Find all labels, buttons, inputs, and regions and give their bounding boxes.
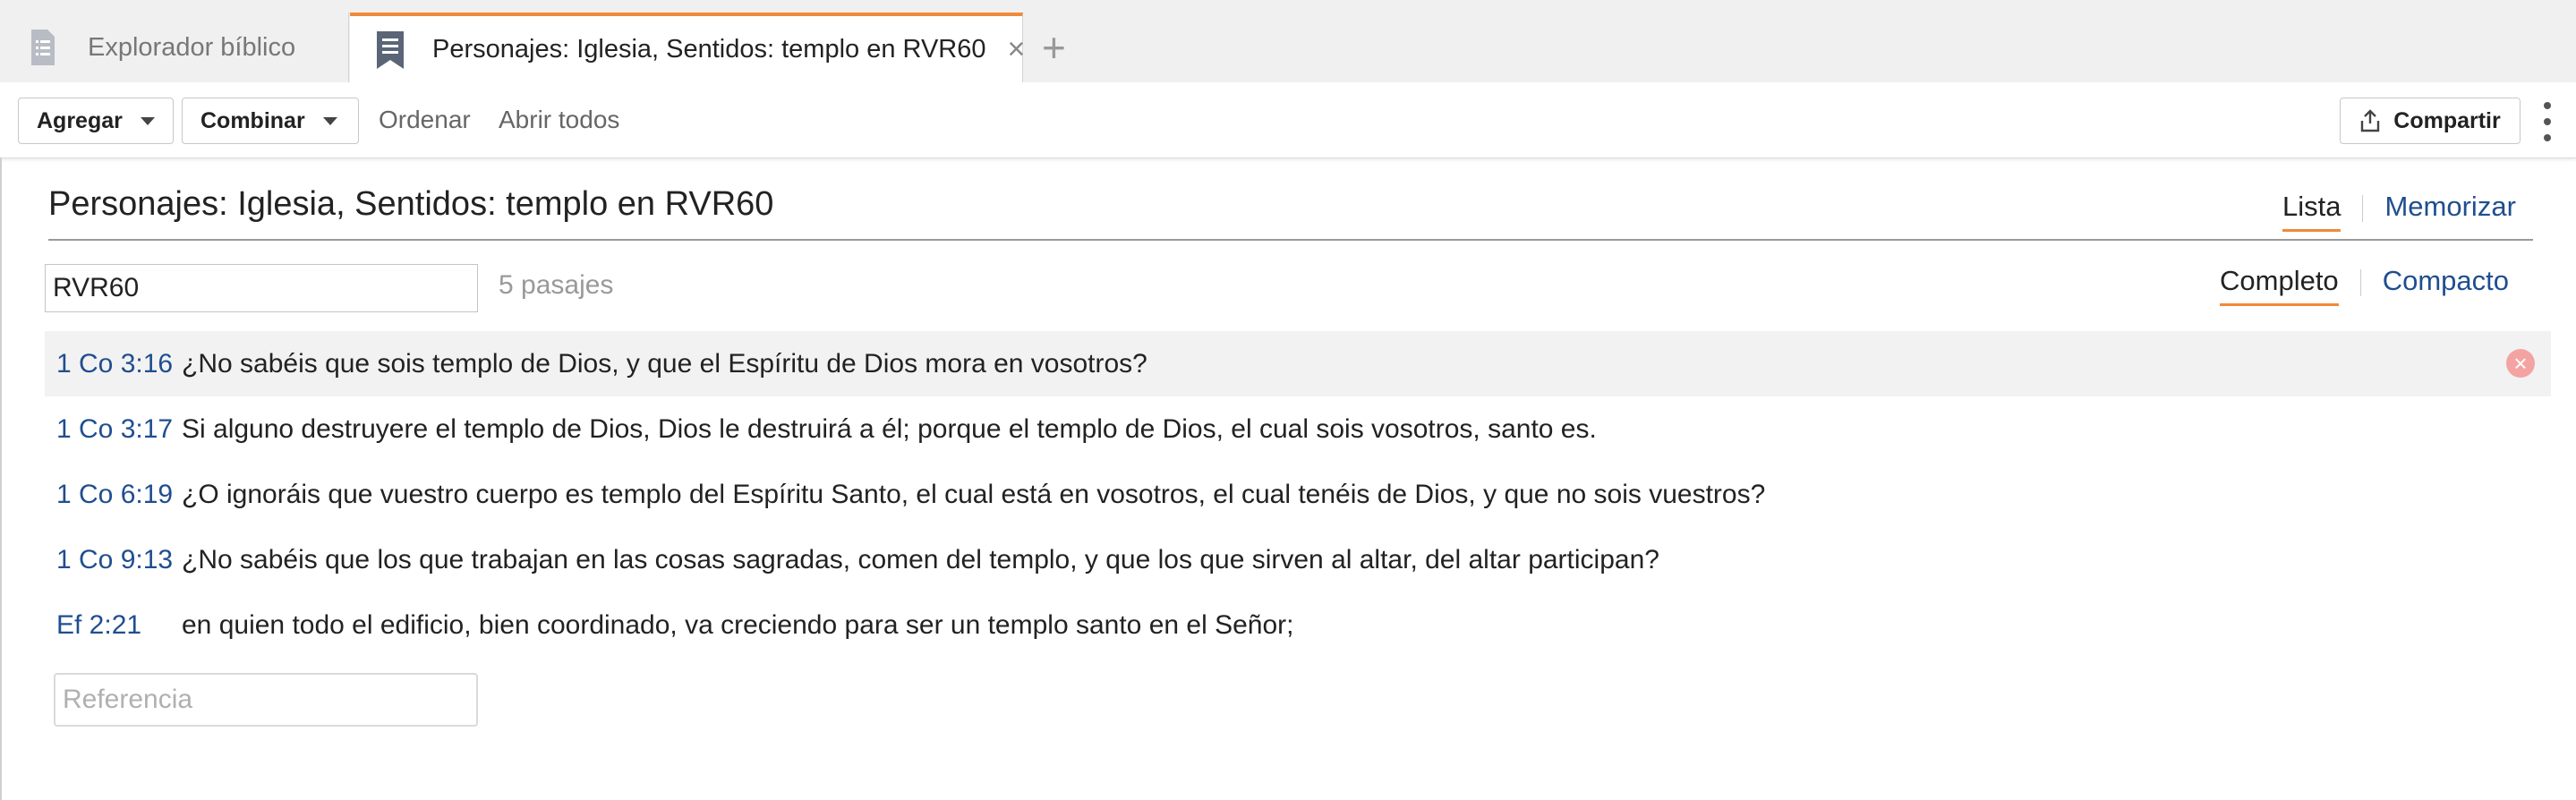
chevron-down-icon bbox=[140, 116, 155, 125]
abrir-todos-button[interactable]: Abrir todos bbox=[499, 106, 619, 134]
tab-explorador-biblico[interactable]: Explorador bíblico bbox=[0, 13, 349, 82]
density-compacto-option[interactable]: Compacto bbox=[2383, 265, 2509, 296]
passage-reference[interactable]: Ef 2:21 bbox=[45, 610, 182, 641]
title-divider bbox=[48, 239, 2533, 241]
passage-reference[interactable]: 1 Co 3:16 bbox=[45, 349, 182, 379]
passage-text: ¿No sabéis que los que trabajan en las c… bbox=[182, 544, 1659, 574]
passage-row[interactable]: Ef 2:21 en quien todo el edificio, bien … bbox=[45, 592, 2551, 658]
passage-reference[interactable]: 1 Co 9:13 bbox=[45, 545, 182, 575]
version-input[interactable] bbox=[45, 264, 478, 312]
passage-text: en quien todo el edificio, bien coordina… bbox=[182, 609, 1294, 640]
view-memorizar-option[interactable]: Memorizar bbox=[2384, 191, 2515, 222]
remove-passage-icon[interactable]: × bbox=[2506, 349, 2535, 378]
more-options-icon[interactable] bbox=[2538, 102, 2556, 141]
combinar-button[interactable]: Combinar bbox=[182, 98, 359, 144]
agregar-button[interactable]: Agregar bbox=[18, 98, 174, 144]
view-lista-option[interactable]: Lista bbox=[2282, 191, 2341, 232]
tab-label: Explorador bíblico bbox=[88, 32, 296, 62]
page-title: Personajes: Iglesia, Sentidos: templo en… bbox=[48, 185, 774, 223]
passage-count: 5 pasajes bbox=[499, 270, 614, 300]
toolbar: Agregar Combinar Ordenar Abrir todos Com… bbox=[0, 82, 2576, 158]
view-toggle: Lista Memorizar bbox=[2282, 191, 2516, 232]
combinar-label: Combinar bbox=[200, 107, 305, 133]
passage-row[interactable]: 1 Co 6:19 ¿O ignoráis que vuestro cuerpo… bbox=[45, 462, 2551, 527]
passage-list: 1 Co 3:16 ¿No sabéis que sois templo de … bbox=[45, 331, 2551, 658]
close-tab-icon[interactable]: × bbox=[1008, 32, 1026, 67]
reference-input[interactable] bbox=[54, 673, 478, 727]
share-icon bbox=[2361, 109, 2380, 132]
ordenar-button[interactable]: Ordenar bbox=[379, 106, 471, 134]
passage-reference[interactable]: 1 Co 3:17 bbox=[45, 414, 182, 445]
density-completo-option[interactable]: Completo bbox=[2220, 265, 2339, 306]
separator bbox=[2362, 194, 2364, 222]
tab-personajes[interactable]: Personajes: Iglesia, Sentidos: templo en… bbox=[350, 13, 1026, 83]
document-list-icon bbox=[25, 27, 61, 68]
passage-row[interactable]: 1 Co 3:16 ¿No sabéis que sois templo de … bbox=[45, 331, 2551, 396]
share-label: Compartir bbox=[2393, 107, 2501, 133]
panel-border bbox=[0, 157, 2, 800]
share-button[interactable]: Compartir bbox=[2340, 98, 2521, 144]
passage-text: Si alguno destruyere el templo de Dios, … bbox=[182, 413, 1597, 444]
tab-bar: Explorador bíblico Personajes: Iglesia, … bbox=[0, 0, 2576, 83]
passage-text: ¿No sabéis que sois templo de Dios, y qu… bbox=[182, 348, 1147, 379]
passage-row[interactable]: 1 Co 9:13 ¿No sabéis que los que trabaja… bbox=[45, 527, 2551, 592]
chevron-down-icon bbox=[322, 116, 337, 125]
bookmark-list-icon bbox=[375, 30, 405, 71]
passage-row[interactable]: 1 Co 3:17 Si alguno destruyere el templo… bbox=[45, 396, 2551, 462]
separator bbox=[2359, 268, 2361, 296]
passage-reference[interactable]: 1 Co 6:19 bbox=[45, 480, 182, 510]
density-toggle: Completo Compacto bbox=[2220, 265, 2509, 306]
tab-label: Personajes: Iglesia, Sentidos: templo en… bbox=[432, 35, 986, 64]
passage-text: ¿O ignoráis que vuestro cuerpo es templo… bbox=[182, 479, 1766, 509]
agregar-label: Agregar bbox=[37, 107, 123, 133]
add-tab-button[interactable]: + bbox=[1042, 25, 1066, 70]
